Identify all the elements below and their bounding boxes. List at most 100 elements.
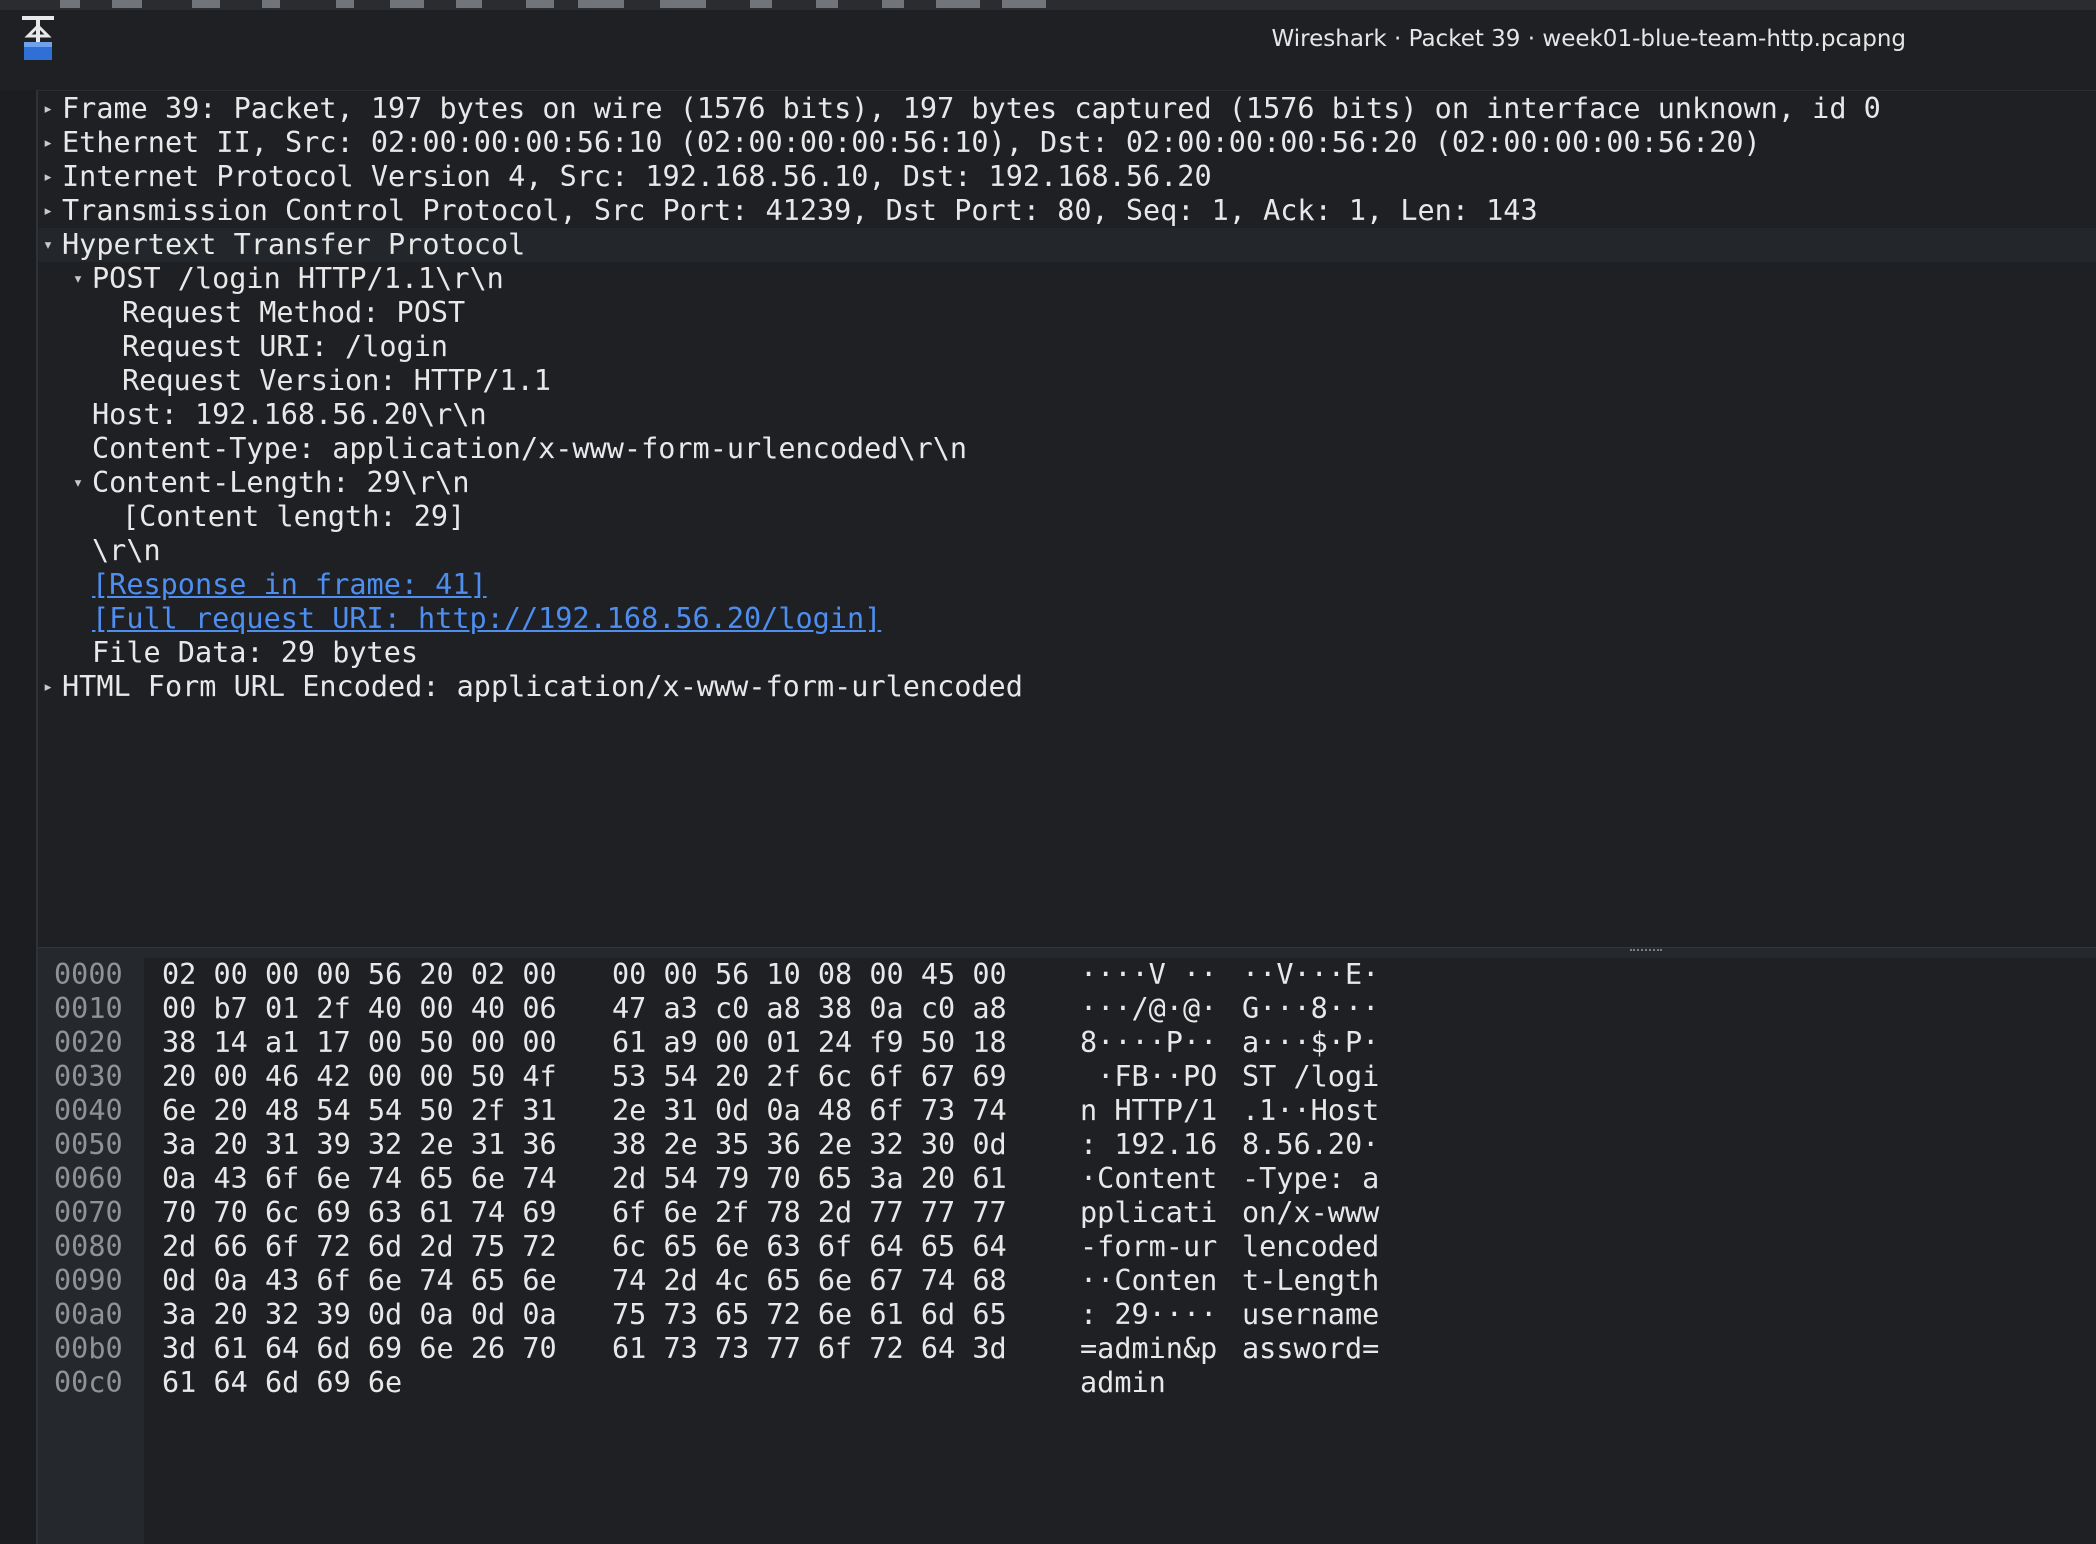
hex-bytes-right[interactable]: 38 2e 35 36 2e 32 30 0d [612,1128,1007,1162]
toolbar-button[interactable] [578,0,624,8]
toolbar-button[interactable] [192,0,220,8]
bytes-row[interactable]: 0010 00 b7 01 2f 40 00 40 06 47 a3 c0 a8 3… [38,992,2096,1026]
toolbar-button[interactable] [660,0,706,8]
bytes-row[interactable]: 00c0 61 64 6d 69 6e admin [38,1366,2096,1400]
bytes-row[interactable]: 0000 02 00 00 00 56 20 02 00 00 00 56 10 0… [38,958,2096,992]
tree-item[interactable]: Host: 192.168.56.20\r\n [38,398,2096,432]
packet-bytes-pane[interactable]: 0000 02 00 00 00 56 20 02 00 00 00 56 10 0… [38,958,2096,1544]
hex-bytes-left[interactable]: 6e 20 48 54 54 50 2f 31 [162,1094,557,1128]
ascii-bytes-right[interactable]: -Type: a [1242,1162,1379,1196]
tree-item[interactable]: ▾ Hypertext Transfer Protocol [38,228,2096,262]
bytes-row[interactable]: 0060 0a 43 6f 6e 74 65 6e 74 2d 54 79 70 6… [38,1162,2096,1196]
tree-item[interactable]: ▾ Content-Length: 29\r\n [38,466,2096,500]
hex-bytes-right[interactable]: 2d 54 79 70 65 3a 20 61 [612,1162,1007,1196]
toolbar-button[interactable] [750,0,772,8]
tree-item[interactable]: ▸ Frame 39: Packet, 197 bytes on wire (15… [38,92,2096,126]
hex-bytes-right[interactable]: 61 a9 00 01 24 f9 50 18 [612,1026,1007,1060]
ascii-bytes-left[interactable]: ·Content [1080,1162,1217,1196]
hex-bytes-right[interactable]: 6f 6e 2f 78 2d 77 77 77 [612,1196,1007,1230]
ascii-bytes-left[interactable]: ·FB··PO [1080,1060,1217,1094]
tree-item[interactable]: Request Version: HTTP/1.1 [38,364,2096,398]
hex-bytes-right[interactable]: 47 a3 c0 a8 38 0a c0 a8 [612,992,1007,1026]
hex-bytes-left[interactable]: 20 00 46 42 00 00 50 4f [162,1060,557,1094]
ascii-bytes-right[interactable]: assword= [1242,1332,1379,1366]
hex-bytes-left[interactable]: 3a 20 31 39 32 2e 31 36 [162,1128,557,1162]
ascii-bytes-left[interactable]: ··Conten [1080,1264,1217,1298]
hex-bytes-right[interactable]: 00 00 56 10 08 00 45 00 [612,958,1007,992]
tree-item[interactable]: File Data: 29 bytes [38,636,2096,670]
tree-item[interactable]: [Response in frame: 41] [38,568,2096,602]
hex-bytes-left[interactable]: 02 00 00 00 56 20 02 00 [162,958,557,992]
chevron-down-icon[interactable]: ▾ [66,262,90,296]
hex-bytes-left[interactable]: 3a 20 32 39 0d 0a 0d 0a [162,1298,557,1332]
hex-bytes-left[interactable]: 2d 66 6f 72 6d 2d 75 72 [162,1230,557,1264]
tree-item[interactable]: ▸ Transmission Control Protocol, Src Port… [38,194,2096,228]
ascii-bytes-left[interactable]: admin [1080,1366,1166,1400]
chevron-right-icon[interactable]: ▸ [38,92,60,126]
ascii-bytes-right[interactable]: ST /logi [1242,1060,1379,1094]
toolbar-button[interactable] [816,0,838,8]
ascii-bytes-left[interactable]: ····V ·· [1080,958,1217,992]
packet-details-tree[interactable]: ▸ Frame 39: Packet, 197 bytes on wire (15… [38,92,2096,947]
toolbar-button[interactable] [390,0,424,8]
ascii-bytes-left[interactable]: 8····P·· [1080,1026,1217,1060]
tree-item[interactable]: Request Method: POST [38,296,2096,330]
ascii-bytes-left[interactable]: =admin&p [1080,1332,1217,1366]
toolbar-button[interactable] [456,0,482,8]
ascii-bytes-left[interactable]: n HTTP/1 [1080,1094,1217,1128]
toolbar-button[interactable] [936,0,980,8]
toolbar-button[interactable] [336,0,354,8]
hex-bytes-left[interactable]: 0d 0a 43 6f 6e 74 65 6e [162,1264,557,1298]
ascii-bytes-left[interactable]: pplicati [1080,1196,1217,1230]
hex-bytes-right[interactable]: 61 73 73 77 6f 72 64 3d [612,1332,1007,1366]
bytes-row[interactable]: 00b0 3d 61 64 6d 69 6e 26 70 61 73 73 77 6… [38,1332,2096,1366]
hex-bytes-left[interactable]: 0a 43 6f 6e 74 65 6e 74 [162,1162,557,1196]
toolbar-button[interactable] [262,0,280,8]
ascii-bytes-left[interactable]: : 192.16 [1080,1128,1217,1162]
tree-item[interactable]: ▸ Ethernet II, Src: 02:00:00:00:56:10 (02… [38,126,2096,160]
chevron-right-icon[interactable]: ▸ [38,194,60,228]
tree-item[interactable]: Content-Type: application/x-www-form-url… [38,432,2096,466]
chevron-right-icon[interactable]: ▸ [38,670,60,704]
tree-item[interactable]: ▾ POST /login HTTP/1.1\r\n [38,262,2096,296]
chevron-right-icon[interactable]: ▸ [38,160,60,194]
hex-bytes-right[interactable]: 2e 31 0d 0a 48 6f 73 74 [612,1094,1007,1128]
ascii-bytes-left[interactable]: : 29···· [1080,1298,1217,1332]
ascii-bytes-left[interactable]: -form-ur [1080,1230,1217,1264]
hex-bytes-left[interactable]: 00 b7 01 2f 40 00 40 06 [162,992,557,1026]
tree-item-link[interactable]: [Response in frame: 41] [92,568,487,602]
tree-item[interactable]: Request URI: /login [38,330,2096,364]
hex-bytes-left[interactable]: 3d 61 64 6d 69 6e 26 70 [162,1332,557,1366]
chevron-down-icon[interactable]: ▾ [38,228,60,262]
bytes-row[interactable]: 00a0 3a 20 32 39 0d 0a 0d 0a 75 73 65 72 6… [38,1298,2096,1332]
tree-item[interactable]: [Full request URI: http://192.168.56.20/… [38,602,2096,636]
tree-item[interactable]: ▸ Internet Protocol Version 4, Src: 192.1… [38,160,2096,194]
toolbar-button[interactable] [112,0,142,8]
bytes-row[interactable]: 0050 3a 20 31 39 32 2e 31 36 38 2e 35 36 2… [38,1128,2096,1162]
tree-item[interactable]: [Content length: 29] [38,500,2096,534]
ascii-bytes-right[interactable]: .1··Host [1242,1094,1379,1128]
tree-item-link[interactable]: [Full request URI: http://192.168.56.20/… [92,602,881,636]
hex-bytes-left[interactable]: 61 64 6d 69 6e [162,1366,402,1400]
ascii-bytes-right[interactable]: username [1242,1298,1379,1332]
ascii-bytes-right[interactable]: t-Length [1242,1264,1379,1298]
bytes-row[interactable]: 0020 38 14 a1 17 00 50 00 00 61 a9 00 01 2… [38,1026,2096,1060]
ascii-bytes-right[interactable]: on/x-www [1242,1196,1379,1230]
ascii-bytes-right[interactable]: 8.56.20· [1242,1128,1379,1162]
ascii-bytes-right[interactable]: G···8··· [1242,992,1379,1026]
tree-item[interactable]: \r\n [38,534,2096,568]
chevron-down-icon[interactable]: ▾ [66,466,90,500]
splitter-grip[interactable] [1630,949,1662,955]
chevron-right-icon[interactable]: ▸ [38,126,60,160]
ascii-bytes-right[interactable]: lencoded [1242,1230,1379,1264]
hex-bytes-right[interactable]: 53 54 20 2f 6c 6f 67 69 [612,1060,1007,1094]
toolbar-button[interactable] [60,0,80,8]
bytes-row[interactable]: 0040 6e 20 48 54 54 50 2f 31 2e 31 0d 0a 4… [38,1094,2096,1128]
tree-item[interactable]: ▸ HTML Form URL Encoded: application/x-ww… [38,670,2096,704]
hex-bytes-right[interactable]: 75 73 65 72 6e 61 6d 65 [612,1298,1007,1332]
ascii-bytes-right[interactable]: a···$·P· [1242,1026,1379,1060]
toolbar-button[interactable] [1002,0,1046,8]
bytes-row[interactable]: 0080 2d 66 6f 72 6d 2d 75 72 6c 65 6e 63 6… [38,1230,2096,1264]
ascii-bytes-right[interactable]: ··V···E· [1242,958,1379,992]
bytes-row[interactable]: 0090 0d 0a 43 6f 6e 74 65 6e 74 2d 4c 65 6… [38,1264,2096,1298]
